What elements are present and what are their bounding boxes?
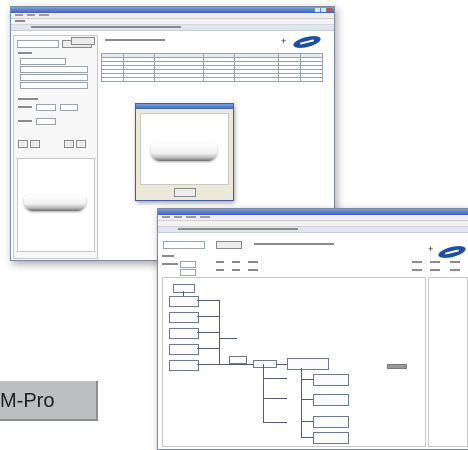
right-side-panel [428, 277, 468, 447]
tree-node[interactable] [313, 416, 349, 428]
tree-node[interactable] [169, 344, 199, 355]
tool-button[interactable] [18, 140, 28, 148]
value-field[interactable] [180, 261, 196, 268]
value-field[interactable] [180, 269, 196, 276]
option-field[interactable] [20, 66, 88, 73]
unit-preview-dialog [135, 103, 234, 201]
dialog-title-bar[interactable] [136, 104, 233, 109]
tree-node[interactable] [169, 296, 199, 307]
tree-node[interactable] [313, 374, 349, 386]
unit-list-table[interactable] [100, 53, 324, 82]
samsung-logo-icon [437, 243, 467, 261]
menu-item[interactable] [174, 216, 182, 218]
maximize-button[interactable] [321, 8, 326, 12]
plus-icon[interactable]: + [428, 245, 433, 254]
model-select[interactable] [17, 40, 59, 48]
outdoor-unit-image [151, 144, 217, 161]
menu-item[interactable] [39, 14, 49, 16]
tree-node[interactable] [313, 432, 349, 444]
menu-item[interactable] [200, 216, 210, 218]
tool-button[interactable] [64, 140, 74, 148]
tree-diagram [162, 277, 426, 447]
unit-preview-panel [17, 158, 95, 252]
tree-node[interactable] [229, 356, 247, 364]
tree-node[interactable] [169, 312, 199, 323]
option-field[interactable] [20, 58, 66, 65]
value-field[interactable] [36, 118, 56, 125]
option-field[interactable] [20, 74, 88, 81]
value-field[interactable] [60, 104, 78, 111]
info-bar [11, 25, 334, 31]
value-field[interactable] [36, 104, 56, 111]
menu-item[interactable] [186, 216, 196, 218]
tool-button[interactable] [30, 140, 40, 148]
menu-item[interactable] [15, 14, 23, 16]
outdoor-unit-image [24, 195, 86, 211]
samsung-logo-icon [292, 33, 322, 51]
info-bar [158, 227, 468, 233]
close-button[interactable] [327, 8, 332, 12]
bottom-application-window: + [157, 208, 468, 450]
product-label: M-Pro [0, 390, 55, 412]
menu-item[interactable] [162, 216, 170, 218]
minimize-button[interactable] [315, 8, 320, 12]
tree-node[interactable] [169, 328, 199, 339]
tree-node[interactable] [253, 360, 277, 368]
select-button[interactable] [216, 241, 242, 249]
option-field[interactable] [20, 82, 88, 89]
left-settings-panel [13, 35, 98, 259]
header-button[interactable] [71, 37, 95, 45]
tree-node[interactable] [169, 360, 199, 371]
plus-icon[interactable]: + [281, 37, 286, 46]
tool-button[interactable] [76, 140, 86, 148]
tree-node[interactable] [287, 358, 329, 370]
tree-node[interactable] [173, 284, 195, 293]
ok-button[interactable] [174, 188, 196, 197]
tree-node[interactable] [313, 394, 349, 406]
tree-node[interactable] [387, 364, 407, 369]
menu-item[interactable] [27, 14, 35, 16]
model-select[interactable] [163, 241, 205, 249]
